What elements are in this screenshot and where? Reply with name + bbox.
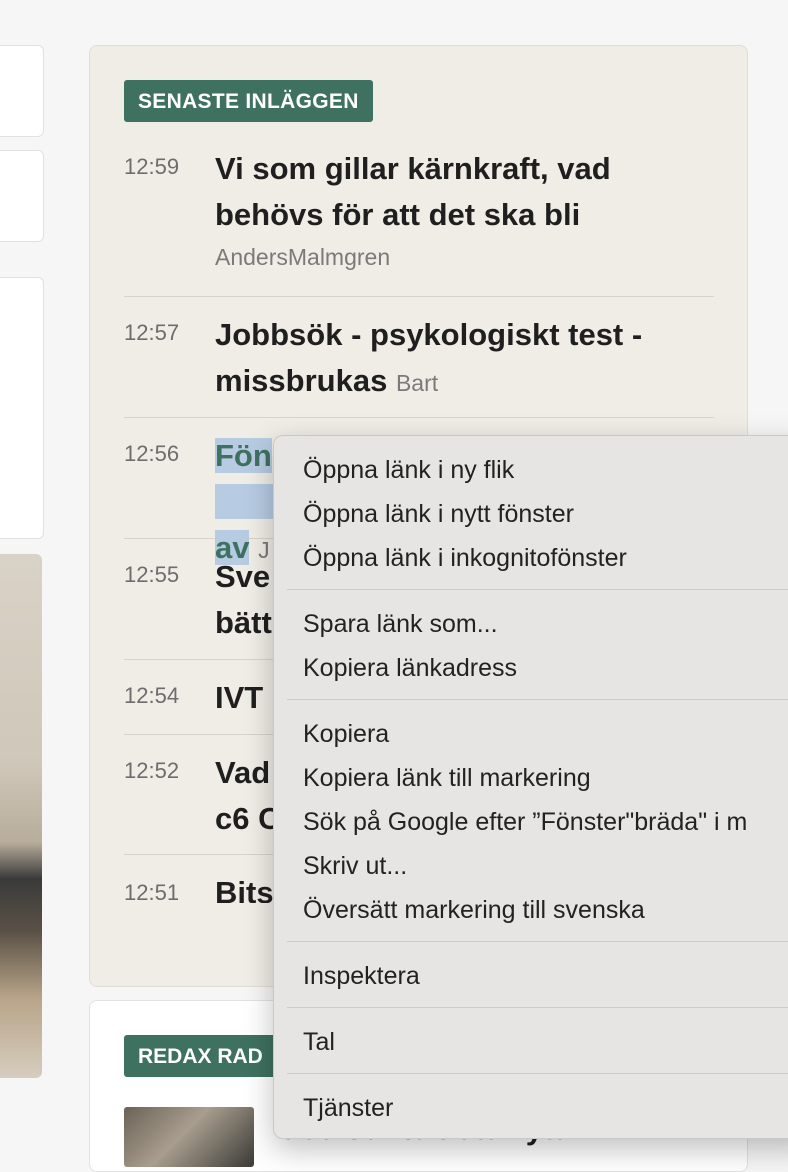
menu-separator bbox=[287, 941, 788, 942]
post-time: 12:57 bbox=[124, 320, 180, 345]
menu-open-new-window[interactable]: Öppna länk i nytt fönster bbox=[303, 498, 574, 530]
post-title-line1[interactable]: Sve bbox=[215, 559, 270, 594]
menu-copy-link-to-highlight[interactable]: Kopiera länk till markering bbox=[303, 762, 591, 794]
left-card-1 bbox=[0, 45, 44, 137]
post-title-line1[interactable]: Vad bbox=[215, 755, 270, 790]
left-card-2 bbox=[0, 150, 44, 242]
menu-separator bbox=[287, 589, 788, 590]
post-item[interactable]: 12:57 Jobbsök - psykologiskt test - miss… bbox=[124, 296, 714, 418]
post-title-link[interactable]: Vi som gillar kärnkraft, vad behövs för … bbox=[215, 146, 705, 238]
menu-print[interactable]: Skriv ut... bbox=[303, 850, 407, 882]
menu-copy-link-address[interactable]: Kopiera länkadress bbox=[303, 652, 517, 684]
post-time: 12:56 bbox=[124, 441, 180, 466]
menu-services[interactable]: Tjänster bbox=[303, 1092, 393, 1124]
latest-posts-badge: SENASTE INLÄGGEN bbox=[124, 80, 373, 122]
post-title-line2[interactable]: bätt bbox=[215, 605, 272, 640]
menu-translate-selection[interactable]: Översätt markering till svenska bbox=[303, 894, 645, 926]
post-time: 12:59 bbox=[124, 154, 180, 179]
left-photo[interactable] bbox=[0, 554, 42, 1078]
menu-save-link-as[interactable]: Spara länk som... bbox=[303, 608, 498, 640]
post-title-line2[interactable]: c6 C bbox=[215, 801, 280, 836]
post-item[interactable]: 12:59 Vi som gillar kärnkraft, vad behöv… bbox=[124, 146, 714, 297]
menu-copy[interactable]: Kopiera bbox=[303, 718, 389, 750]
post-author[interactable]: Bart bbox=[396, 370, 438, 396]
redax-badge: REDAX RAD bbox=[124, 1035, 277, 1077]
redax-thumbnail[interactable] bbox=[124, 1107, 254, 1167]
post-author[interactable]: AndersMalmgren bbox=[215, 244, 390, 271]
menu-separator bbox=[287, 1073, 788, 1074]
post-time: 12:54 bbox=[124, 683, 180, 708]
menu-separator bbox=[287, 699, 788, 700]
menu-search-google[interactable]: Sök på Google efter ”Fönster"bräda" i m bbox=[303, 806, 747, 838]
post-title-link[interactable]: Jobbsök - psykologiskt test - missbrukas… bbox=[215, 312, 705, 406]
context-menu: Öppna länk i ny flik Öppna länk i nytt f… bbox=[273, 435, 788, 1139]
menu-speech[interactable]: Tal bbox=[303, 1026, 335, 1058]
menu-open-incognito[interactable]: Öppna länk i inkognitofönster bbox=[303, 542, 627, 574]
menu-separator bbox=[287, 1007, 788, 1008]
menu-open-new-tab[interactable]: Öppna länk i ny flik bbox=[303, 454, 514, 486]
post-time: 12:55 bbox=[124, 562, 180, 587]
post-time: 12:51 bbox=[124, 880, 180, 903]
left-card-3 bbox=[0, 277, 44, 539]
menu-inspect[interactable]: Inspektera bbox=[303, 960, 420, 992]
post-time: 12:52 bbox=[124, 758, 180, 783]
